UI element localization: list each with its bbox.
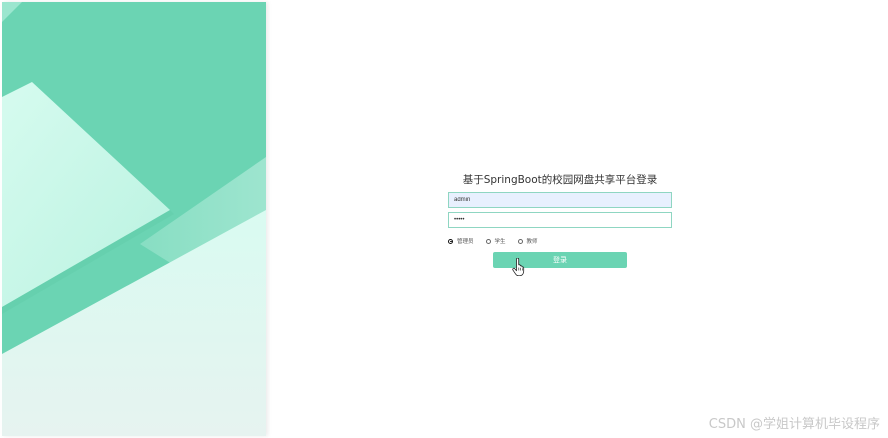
role-option-teacher[interactable]: 教师 (517, 237, 538, 245)
role-radio-group: 管理员 学生 教师 (448, 236, 550, 246)
login-title: 基于SpringBoot的校园网盘共享平台登录 (462, 174, 658, 186)
password-input[interactable] (448, 212, 672, 228)
watermark-text: CSDN @学姐计算机毕设程序 (708, 417, 880, 432)
username-input[interactable] (448, 192, 672, 208)
hand-pointer-icon (512, 258, 525, 276)
geometric-background-art (2, 2, 266, 436)
radio-unchecked-icon[interactable] (485, 238, 491, 244)
radio-unchecked-icon[interactable] (517, 238, 523, 244)
role-label-teacher: 教师 (526, 239, 538, 245)
role-option-student[interactable]: 学生 (485, 237, 506, 245)
role-option-admin[interactable]: 管理员 (448, 237, 474, 245)
role-label-admin: 管理员 (457, 239, 474, 245)
login-page: 基于SpringBoot的校园网盘共享平台登录 管理员 学生 教师 登录 CSD… (0, 0, 888, 438)
decorative-background-panel (2, 2, 266, 436)
role-label-student: 学生 (494, 239, 506, 245)
radio-checked-icon[interactable] (448, 238, 453, 244)
